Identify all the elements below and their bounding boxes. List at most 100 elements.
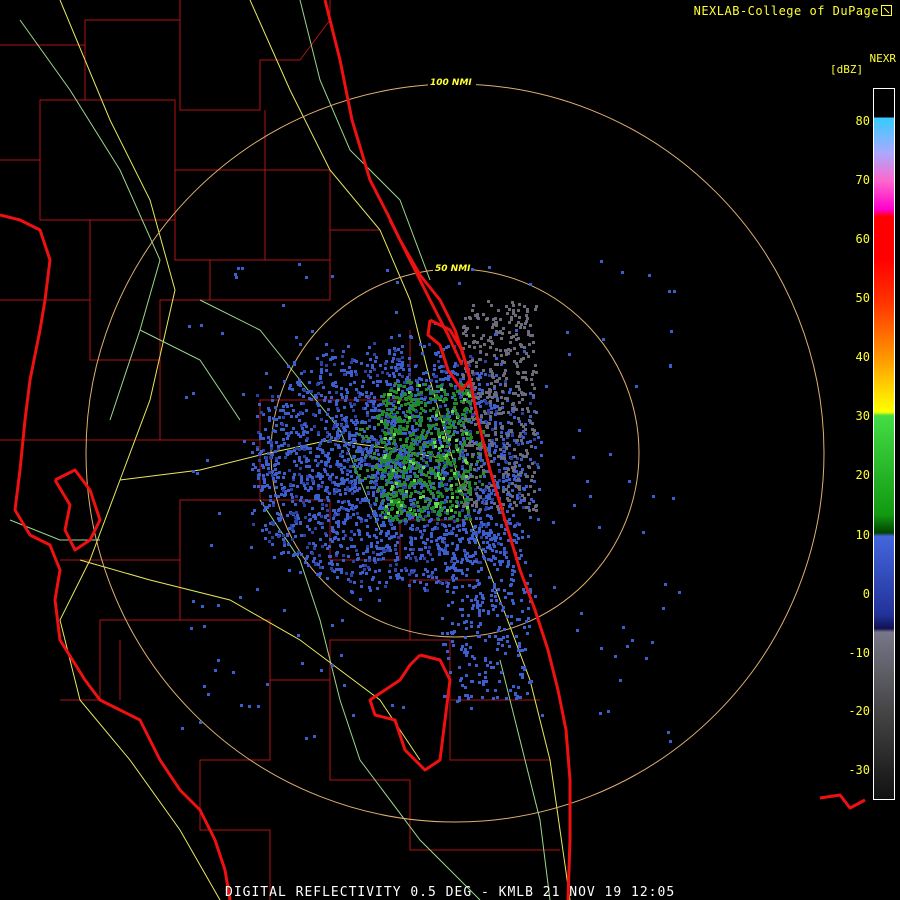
echo-pixel [500,525,503,528]
echo-pixel [586,480,589,483]
echo-pixel [447,375,450,378]
echo-pixel [342,554,345,557]
echo-pixel [457,569,460,572]
echo-pixel [258,473,261,476]
external-link-icon[interactable] [881,5,892,16]
echo-pixel [442,477,445,480]
echo-pixel [300,553,303,556]
echo-pixel [328,400,331,403]
echo-pixel [525,455,528,458]
echo-pixel [495,374,498,377]
echo-pixel [384,437,387,440]
echo-pixel [506,635,509,638]
echo-pixel [392,491,395,494]
echo-pixel [358,474,361,477]
echo-pixel [619,679,622,682]
echo-pixel [670,330,673,333]
echo-pixel [420,401,423,404]
echo-pixel [320,460,323,463]
echo-pixel [413,479,416,482]
echo-pixel [395,491,398,494]
echo-pixel [326,509,329,512]
echo-pixel [256,448,259,451]
echo-pixel [535,305,538,308]
echo-pixel [498,470,501,473]
echo-pixel [387,465,390,468]
echo-pixel [522,357,525,360]
echo-pixel [486,541,489,544]
echo-pixel [426,441,429,444]
echo-pixel [481,601,484,604]
echo-pixel [355,419,358,422]
echo-pixel [286,437,289,440]
echo-pixel [468,433,471,436]
echo-pixel [517,381,520,384]
echo-pixel [479,395,482,398]
echo-pixel [478,635,481,638]
echo-pixel [386,420,389,423]
radar-map[interactable]: 100 NMI 50 NMI [0,0,900,900]
echo-pixel [384,445,387,448]
echo-pixel [678,591,681,594]
echo-pixel [435,576,438,579]
echo-pixel [500,412,503,415]
echo-pixel [350,530,353,533]
echo-pixel [490,559,493,562]
echo-pixel [489,336,492,339]
echo-pixel [446,457,449,460]
echo-pixel [217,659,220,662]
echo-pixel [300,496,303,499]
echo-pixel [508,391,511,394]
echo-pixel [388,352,391,355]
echo-pixel [340,414,343,417]
echo-pixel [464,449,467,452]
echo-pixel [531,462,534,465]
echo-pixel [292,427,295,430]
echo-pixel [491,373,494,376]
echo-pixel [433,527,436,530]
echo-pixel [388,349,391,352]
echo-pixel [435,418,438,421]
echo-pixel [488,392,491,395]
echo-pixel [580,612,583,615]
echo-pixel [426,560,429,563]
echo-pixel [621,271,624,274]
echo-pixel [444,517,447,520]
echo-pixel [270,444,273,447]
echo-pixel [412,432,415,435]
echo-pixel [378,409,381,412]
echo-pixel [420,486,423,489]
echo-pixel [435,414,438,417]
echo-pixel [287,444,290,447]
echo-pixel [388,473,391,476]
echo-pixel [507,411,510,414]
echo-pixel [510,615,513,618]
echo-pixel [460,400,463,403]
echo-pixel [378,599,381,602]
echo-pixel [284,412,287,415]
echo-pixel [529,516,532,519]
echo-pixel [402,411,405,414]
echo-pixel [438,477,441,480]
echo-pixel [234,273,237,276]
echo-pixel [287,543,290,546]
echo-pixel [465,531,468,534]
echo-pixel [330,396,333,399]
echo-pixel [517,394,520,397]
echo-pixel [454,409,457,412]
echo-pixel [392,503,395,506]
echo-pixel [260,450,263,453]
echo-pixel [416,402,419,405]
echo-pixel [368,559,371,562]
echo-pixel [335,476,338,479]
echo-pixel [478,388,481,391]
echo-pixel [541,714,544,717]
echo-pixel [503,454,506,457]
echo-pixel [274,480,277,483]
echo-pixel [367,499,370,502]
echo-pixel [346,547,349,550]
echo-pixel [425,371,428,374]
echo-pixel [479,456,482,459]
echo-pixel [451,410,454,413]
echo-pixel [351,504,354,507]
